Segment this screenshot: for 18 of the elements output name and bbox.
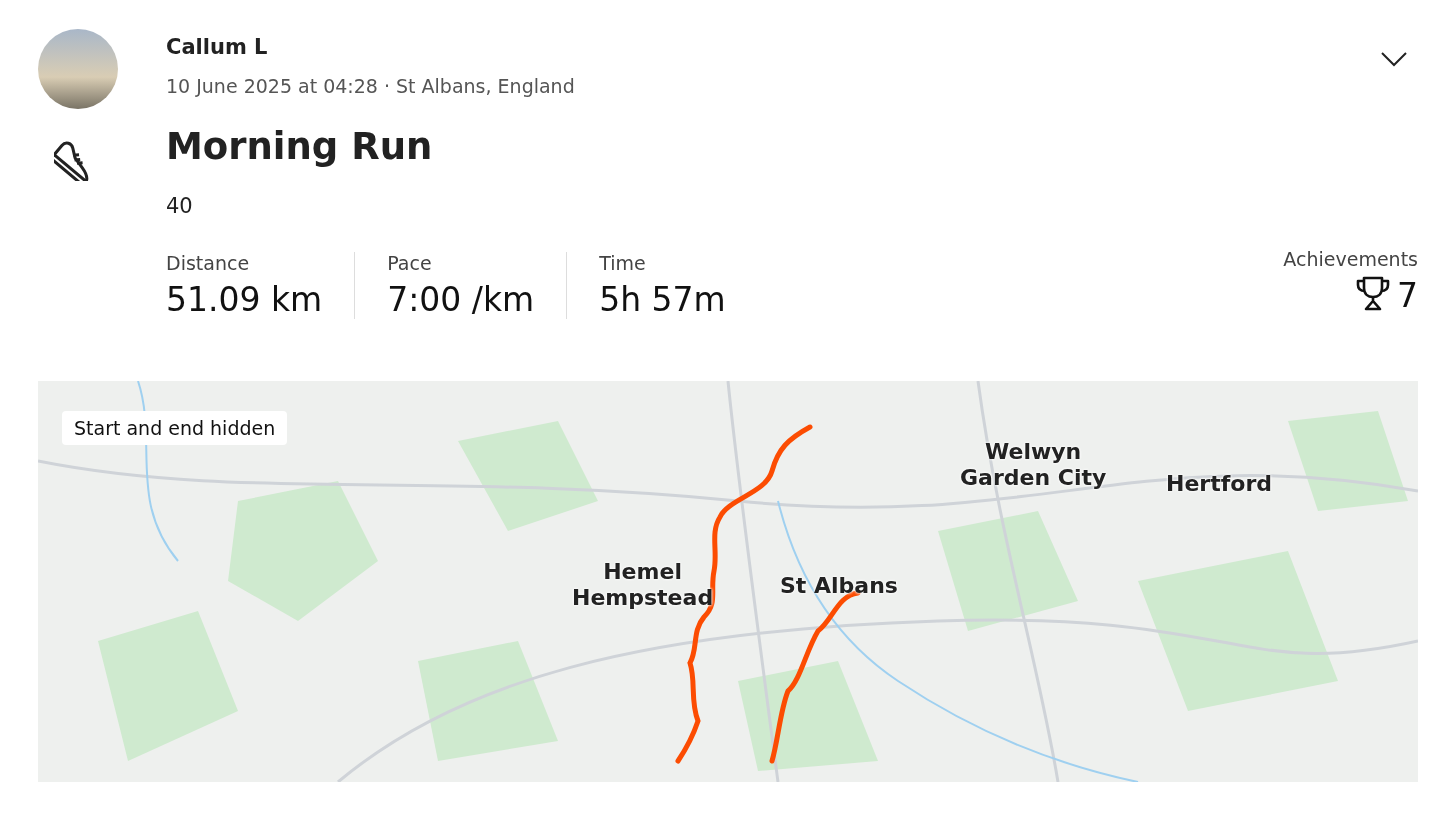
activity-title: Morning Run [166,125,434,168]
achievements-count: 7 [1397,276,1418,315]
map-place-label: Welwyn Garden City [960,439,1107,492]
achievements-label: Achievements [1283,248,1418,270]
activity-description: 40 [166,194,194,218]
athlete-name[interactable]: Callum L [166,35,1418,59]
stat-value: 51.09 km [166,280,323,319]
trophy-icon [1355,274,1391,311]
stat-label: Distance [166,252,251,274]
stat-value: 7:00 /km [387,280,535,319]
stat-label: Pace [387,252,433,274]
chevron-down-icon[interactable] [1380,51,1408,67]
stat-value: 5h 57m [599,280,726,319]
map-place-label: St Albans [780,573,898,600]
stat-label: Time [599,252,647,274]
start-end-hidden-badge: Start and end hidden [62,411,288,445]
map-place-label: Hertford [1166,471,1272,498]
activity-date-location: 10 June 2025 at 04:28 · St Albans, England [166,75,576,97]
